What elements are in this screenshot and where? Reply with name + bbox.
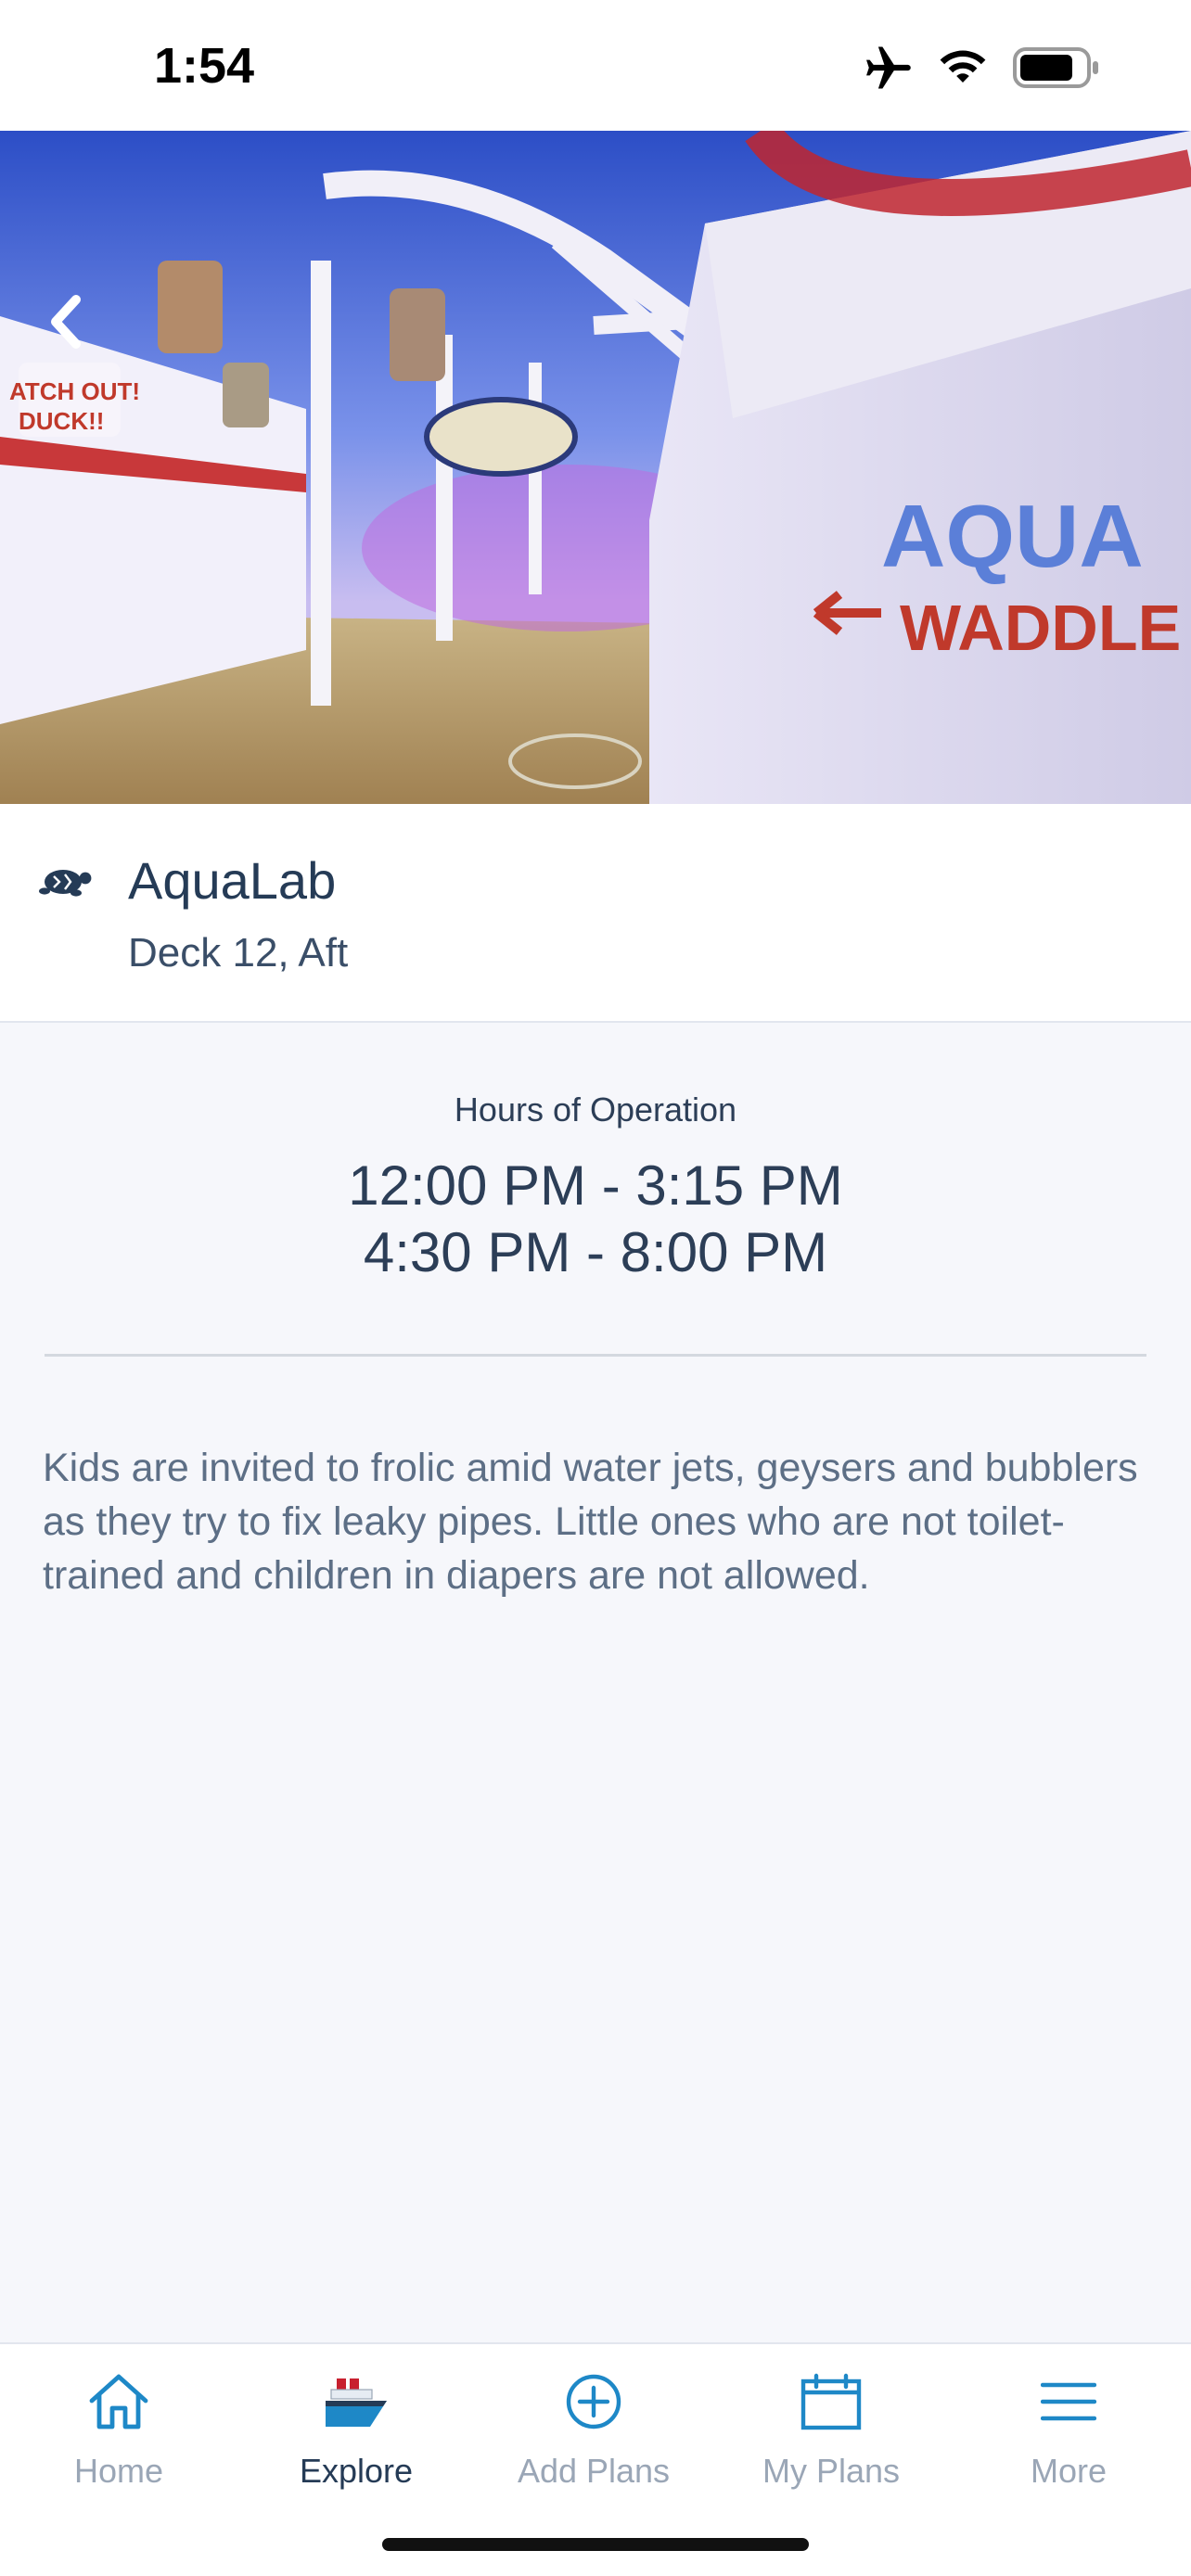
chevron-left-icon [48, 294, 85, 354]
status-time: 1:54 [154, 38, 255, 94]
venue-title: AquaLab [128, 851, 337, 910]
svg-text:AQUA: AQUA [881, 487, 1144, 586]
back-button[interactable] [37, 294, 96, 353]
tab-label: More [1030, 2452, 1108, 2490]
tab-explore[interactable]: Explore [237, 2344, 475, 2530]
divider [45, 1354, 1146, 1357]
tab-label: Home [73, 2452, 164, 2490]
venue-location: Deck 12, Aft [128, 930, 349, 976]
svg-text:DUCK!!: DUCK!! [19, 407, 104, 435]
venue-header: AquaLab Deck 12, Aft [0, 804, 1191, 1023]
hours-label: Hours of Operation [454, 1090, 737, 1129]
status-icons [863, 45, 1102, 91]
home-indicator[interactable] [382, 2538, 809, 2551]
menu-icon [1041, 2365, 1096, 2439]
tab-home[interactable]: Home [0, 2344, 237, 2530]
tab-label: Explore [299, 2452, 414, 2490]
hours-line: 4:30 PM - 8:00 PM [363, 1221, 828, 1283]
wifi-icon [937, 48, 989, 87]
hours-line: 12:00 PM - 3:15 PM [348, 1154, 843, 1217]
airplane-icon [863, 45, 913, 91]
tab-my-plans[interactable]: My Plans [712, 2344, 950, 2530]
description-text: Kids are invited to frolic amid water je… [43, 1446, 1138, 1598]
tab-label: My Plans [762, 2452, 901, 2490]
hero-image: ATCH OUT! DUCK!! AQUA WADDLE [0, 131, 1191, 804]
svg-text:ATCH OUT!: ATCH OUT! [9, 377, 140, 405]
battery-icon [1013, 47, 1102, 88]
svg-text:WADDLE: WADDLE [900, 592, 1181, 664]
turtle-icon [35, 861, 95, 903]
hero-illustration: ATCH OUT! DUCK!! AQUA WADDLE [0, 131, 1191, 804]
calendar-icon [800, 2365, 863, 2439]
tab-label: Add Plans [517, 2452, 671, 2490]
tab-add-plans[interactable]: Add Plans [475, 2344, 712, 2530]
plus-circle-icon [565, 2365, 622, 2439]
home-icon [86, 2365, 151, 2439]
tab-more[interactable]: More [950, 2344, 1187, 2530]
status-bar: 1:54 [0, 0, 1191, 131]
ship-icon [322, 2365, 391, 2439]
